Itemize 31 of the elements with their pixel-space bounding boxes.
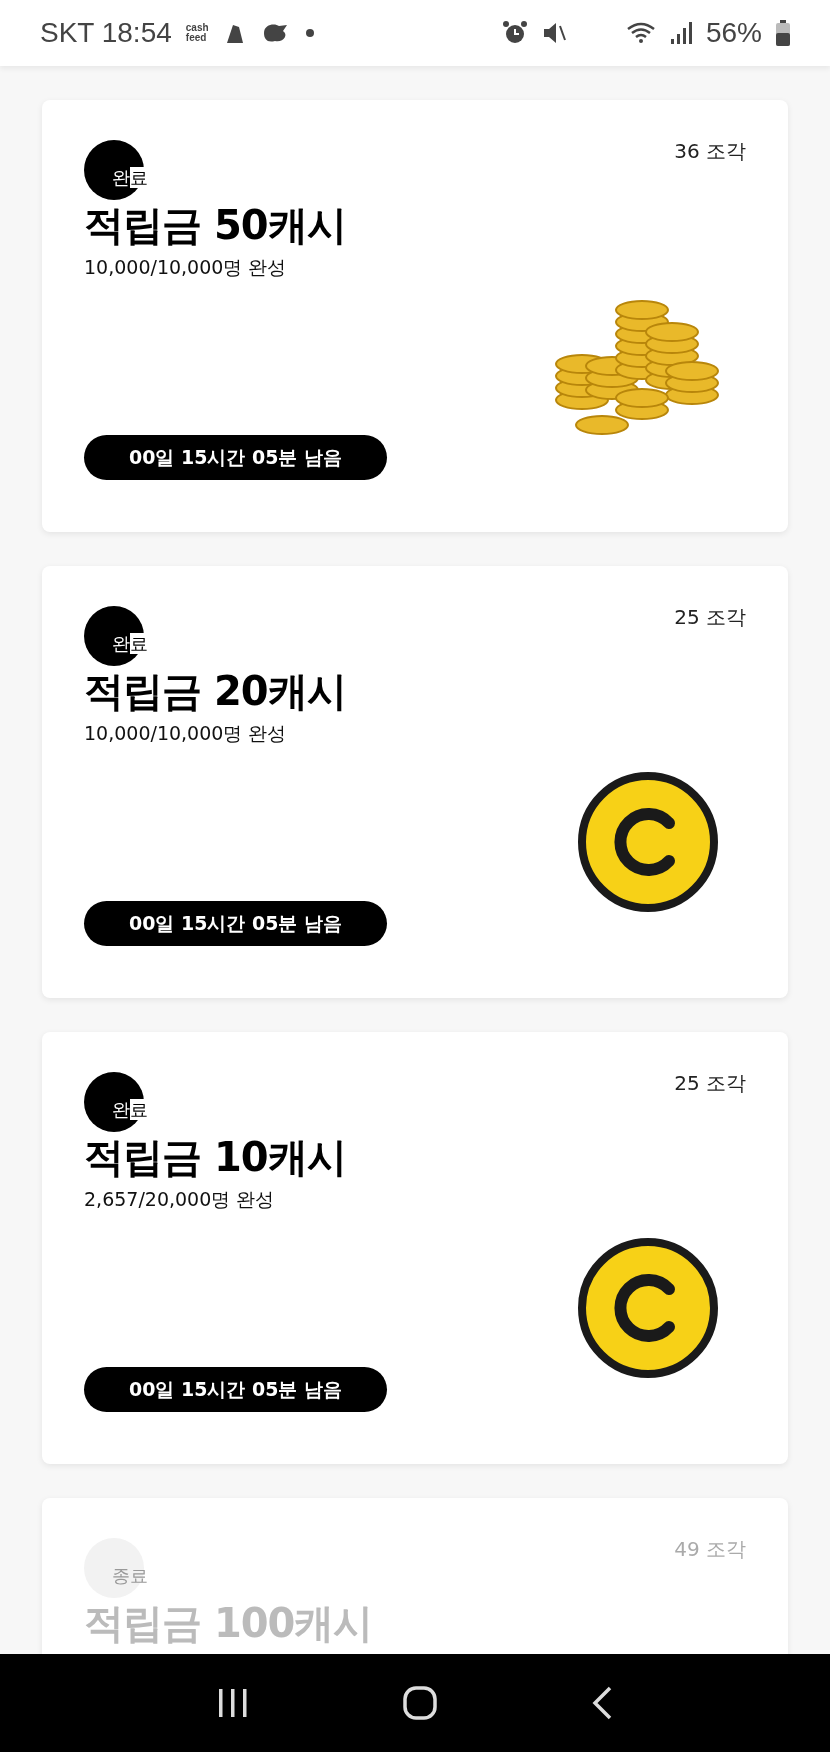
reward-title: 적립금 100캐시	[84, 1599, 374, 1648]
back-icon[interactable]	[590, 1685, 614, 1721]
signal-icon	[669, 21, 692, 45]
mute-icon	[541, 20, 568, 46]
progress-text: 2,657/20,000명 완성	[84, 1187, 276, 1212]
piece-count: 36 조각	[674, 138, 746, 165]
c-coin-icon	[577, 771, 719, 913]
reward-title: 적립금 10캐시	[84, 1133, 347, 1182]
reward-card[interactable]: 완료 36 조각 적립금 50캐시 10,000/10,000명 완성 00일 15시간 05분 남음	[42, 100, 788, 532]
progress-text: 10,000/10,000명 완성	[84, 255, 288, 280]
alarm-icon	[501, 20, 528, 46]
carrier-time: SKT 18:54	[40, 17, 172, 49]
time-remaining: 00일 15시간 05분 남음	[84, 435, 387, 480]
recent-apps-icon[interactable]	[216, 1687, 250, 1719]
time-remaining: 00일 15시간 05분 남음	[84, 901, 387, 946]
time-remaining: 00일 15시간 05분 남음	[84, 1367, 387, 1412]
battery-percent: 56%	[705, 17, 762, 49]
app-logo: cash feed	[185, 23, 209, 43]
reward-card[interactable]: 완료 25 조각 적립금 20캐시 10,000/10,000명 완성 00일 15시간 05분 남음	[42, 566, 788, 998]
battery-icon	[776, 20, 790, 46]
piece-count: 25 조각	[674, 604, 746, 631]
piece-count: 25 조각	[674, 1070, 746, 1097]
home-icon[interactable]	[402, 1685, 438, 1721]
reward-title: 적립금 20캐시	[84, 667, 347, 716]
dot-icon	[304, 28, 315, 38]
piece-count: 49 조각	[674, 1536, 746, 1563]
reward-card[interactable]: 완료 25 조각 적립금 10캐시 2,657/20,000명 완성 00일 15시간 05분 남음	[42, 1032, 788, 1464]
wifi-icon	[625, 21, 656, 45]
progress-text: 10,000/10,000명 완성	[84, 721, 288, 746]
reward-title: 적립금 50캐시	[84, 201, 347, 250]
c-coin-icon	[577, 1237, 719, 1379]
